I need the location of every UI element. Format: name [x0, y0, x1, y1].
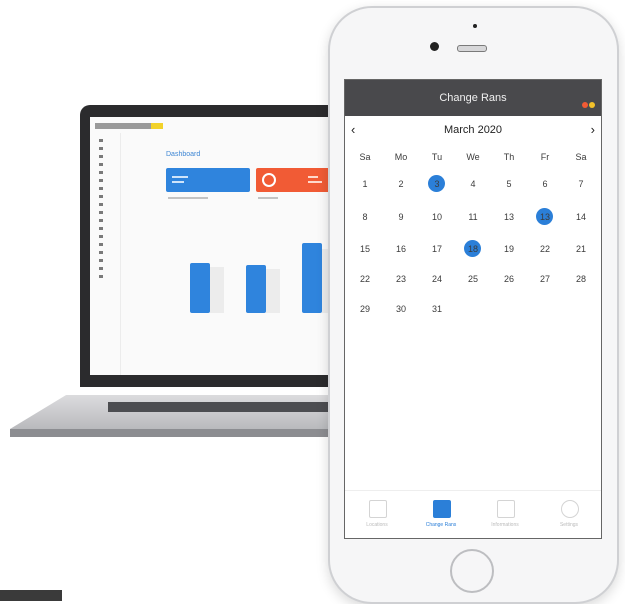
calendar-day[interactable]: 29 [347, 304, 383, 314]
calendar-day[interactable]: 19 [491, 244, 527, 254]
calendar-day[interactable]: 13 [491, 212, 527, 222]
calendar-month-nav: ‹ March 2020 › [345, 122, 601, 138]
calendar-day[interactable]: 10 [419, 212, 455, 222]
phone: Change Rans ‹ March 2020 › Sa Mo Tu We Th Fr S… [328, 6, 619, 604]
chart-bar [190, 263, 210, 313]
tab-label: Informations [491, 522, 519, 528]
calendar-day[interactable]: 22 [347, 274, 383, 284]
calendar-day[interactable]: 16 [383, 244, 419, 254]
earpiece-speaker [457, 45, 487, 52]
laptop-screen: Dashboard [90, 117, 342, 375]
calendar-day[interactable]: 24 [419, 274, 455, 284]
calendar-day[interactable]: 1 [347, 179, 383, 189]
weekday-label: Fr [540, 152, 550, 162]
calendar-day[interactable]: 31 [419, 304, 455, 314]
dashboard-title: Dashboard [166, 151, 201, 158]
weekday-label: Sa [575, 152, 587, 162]
phone-screen: Change Rans ‹ March 2020 › Sa Mo Tu We Th Fr S… [344, 79, 602, 539]
tab-label: Change Rans [425, 522, 457, 528]
calendar-day[interactable]: 15 [347, 244, 383, 254]
calendar-day[interactable]: 21 [563, 244, 599, 254]
weekday-label: Sa [359, 152, 371, 162]
corner-shape [0, 590, 62, 601]
laptop: Dashboard [10, 105, 342, 455]
chevron-right-icon[interactable]: › [591, 122, 595, 137]
calendar-day[interactable]: 4 [455, 179, 491, 189]
tab-locations[interactable]: Locations [345, 491, 409, 538]
change-plans-icon [433, 500, 451, 518]
calendar-day[interactable]: 25 [455, 274, 491, 284]
weekday-label: Mo [394, 152, 408, 162]
bottom-tab-bar: Locations Change Rans Informations Setti… [345, 490, 601, 538]
calendar-day[interactable]: 17 [419, 244, 455, 254]
stat-card-blue[interactable] [166, 168, 250, 192]
calendar-day[interactable]: 9 [383, 212, 419, 222]
calendar-day[interactable]: 18 [455, 244, 491, 254]
calendar-day[interactable]: 30 [383, 304, 419, 314]
calendar-day[interactable]: 5 [491, 179, 527, 189]
sensor-dot [473, 24, 477, 28]
calendar-icon [369, 500, 387, 518]
front-camera [430, 42, 439, 51]
tab-change-rans[interactable]: Change Rans [409, 491, 473, 538]
weekday-label: Th [503, 152, 515, 162]
chart-bar [302, 243, 322, 313]
calendar-day[interactable]: 23 [383, 274, 419, 284]
calendar-month-label: March 2020 [443, 124, 503, 136]
gear-icon [561, 500, 579, 518]
calendar-day[interactable]: 11 [455, 212, 491, 222]
calendar-day[interactable]: 7 [563, 179, 599, 189]
calendar-day[interactable]: 27 [527, 274, 563, 284]
calendar-day[interactable]: 3 [419, 179, 455, 189]
calendar-day[interactable]: 26 [491, 274, 527, 284]
laptop-sidebar [90, 133, 121, 375]
calendar-day[interactable]: 28 [563, 274, 599, 284]
home-button[interactable] [450, 549, 494, 593]
calendar-day[interactable]: 22 [527, 244, 563, 254]
tab-informations[interactable]: Informations [473, 491, 537, 538]
header-title: Change Rans [439, 92, 507, 104]
info-icon [497, 500, 515, 518]
laptop-base [10, 387, 340, 443]
calendar-day[interactable]: 14 [563, 212, 599, 222]
laptop-keyboard [108, 402, 328, 412]
app-logo [95, 123, 165, 129]
laptop-lid: Dashboard [80, 105, 342, 387]
weekday-label: We [466, 152, 480, 162]
calendar-day[interactable]: 13 [527, 212, 563, 222]
calendar-day[interactable]: 2 [383, 179, 419, 189]
tab-label: Settings [559, 522, 579, 528]
header-status-dots [581, 95, 595, 113]
tab-settings[interactable]: Settings [537, 491, 601, 538]
app-header: Change Rans [345, 80, 601, 116]
weekday-label: Tu [431, 152, 443, 162]
power-icon [262, 173, 276, 187]
tab-label: Locations [366, 522, 388, 528]
calendar-day[interactable]: 8 [347, 212, 383, 222]
chart-bar [246, 265, 266, 313]
calendar-day[interactable]: 6 [527, 179, 563, 189]
